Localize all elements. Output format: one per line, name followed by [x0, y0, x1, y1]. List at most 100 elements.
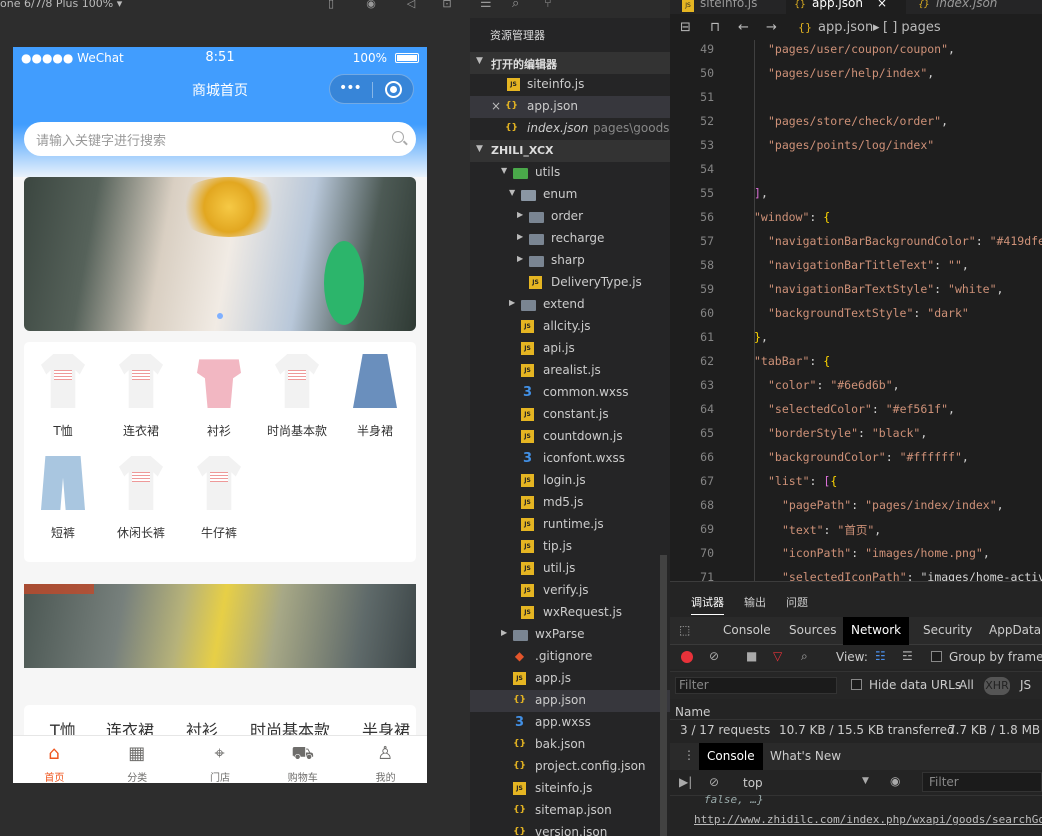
split-editor-icon[interactable]: ⊟ — [680, 20, 691, 35]
stop-icon[interactable]: ◉ — [364, 0, 378, 11]
phone-icon[interactable]: ▯ — [324, 0, 338, 11]
tab-console[interactable]: Console — [723, 623, 771, 637]
file-tree-item[interactable]: ▶ sharp — [470, 250, 670, 272]
clear-icon[interactable]: ⊘ — [709, 649, 719, 663]
category-item[interactable]: 衬衫 — [180, 342, 258, 438]
category-item[interactable]: 牛仔裤 — [180, 444, 258, 540]
waterfall-view-icon[interactable]: ☲ — [902, 649, 913, 663]
file-tree-item[interactable]: JS siteinfo.js — [470, 778, 670, 800]
file-tree-item[interactable]: ▼ enum — [470, 184, 670, 206]
group-by-frame-checkbox[interactable] — [931, 651, 942, 662]
file-tree-item[interactable]: JS tip.js — [470, 536, 670, 558]
close-miniprogram-icon[interactable] — [385, 81, 402, 98]
tab-sources[interactable]: Sources — [789, 623, 836, 637]
filter-all[interactable]: All — [959, 678, 974, 692]
inspect-icon[interactable]: ⬚ — [679, 623, 690, 637]
search-icon[interactable] — [392, 131, 404, 143]
tab-home[interactable]: ⌂ 首页 — [13, 736, 96, 783]
close-icon[interactable]: × — [491, 99, 501, 113]
file-tree-item[interactable]: JS wxRequest.js — [470, 602, 670, 624]
ad-banner[interactable] — [24, 584, 416, 668]
tab-category[interactable]: ▦ 分类 — [96, 736, 179, 783]
open-editor-item[interactable]: × {} app.json — [470, 96, 670, 118]
search-icon[interactable]: ⌕ — [801, 649, 808, 664]
editor-tab[interactable]: JS siteinfo.js — [678, 0, 782, 14]
file-tree-item[interactable]: JS api.js — [470, 338, 670, 360]
file-tree-item[interactable]: JS md5.js — [470, 492, 670, 514]
console-filter-input[interactable]: Filter — [922, 772, 1042, 792]
column-header-name[interactable]: Name — [675, 705, 710, 719]
device-selector[interactable]: one 6/7/8 Plus 100% ▾ — [0, 0, 122, 10]
tab-cart[interactable]: ⛟ 购物车 — [261, 736, 344, 783]
breadcrumb-item[interactable]: [ ] pages — [883, 20, 941, 35]
file-tree-item[interactable]: ▶ order — [470, 206, 670, 228]
files-icon[interactable]: ☰ — [480, 0, 492, 11]
category-item[interactable]: 休闲长裤 — [102, 444, 180, 540]
file-tree-item[interactable]: JS countdown.js — [470, 426, 670, 448]
git-icon[interactable]: ⑂ — [544, 0, 552, 11]
drawer-tab-console[interactable]: Console — [699, 743, 763, 770]
file-tree-item[interactable]: ▶ wxParse — [470, 624, 670, 646]
category-item[interactable]: 连衣裙 — [102, 342, 180, 438]
category-item[interactable]: T恤 — [24, 342, 102, 438]
tab-profile[interactable]: ♙ 我的 — [344, 736, 427, 783]
category-item[interactable]: 短裤 — [24, 444, 102, 540]
filter-js[interactable]: JS — [1020, 678, 1031, 692]
capsule-button[interactable]: ••• — [329, 74, 414, 104]
tab-security[interactable]: Security — [923, 623, 972, 637]
file-tree-item[interactable]: 3 app.wxss — [470, 712, 670, 734]
file-tree-item[interactable]: JS app.js — [470, 668, 670, 690]
close-icon[interactable]: × — [877, 0, 887, 10]
breadcrumb-item[interactable]: app.json — [818, 20, 873, 35]
file-tree-item[interactable]: {} app.json — [470, 690, 670, 712]
context-selector[interactable]: top — [743, 776, 763, 790]
file-tree-item[interactable]: JS arealist.js — [470, 360, 670, 382]
filter-xhr[interactable]: XHR — [984, 677, 1010, 695]
search-input[interactable]: 请输入关键字进行搜索 — [24, 122, 416, 156]
forward-arrow-icon[interactable]: → — [766, 20, 777, 35]
file-tree-item[interactable]: {} sitemap.json — [470, 800, 670, 822]
file-tree-item[interactable]: {} version.json — [470, 822, 670, 836]
file-tree-item[interactable]: JS util.js — [470, 558, 670, 580]
file-tree-item[interactable]: ◆ .gitignore — [470, 646, 670, 668]
more-icon[interactable]: ••• — [339, 80, 362, 96]
file-tree-item[interactable]: JS constant.js — [470, 404, 670, 426]
code-area[interactable]: 49 "pages/user/coupon/coupon", 50 "pages/us… — [670, 40, 1042, 581]
tab-debugger[interactable]: 调试器 — [691, 594, 724, 615]
drawer-tab-whats-new[interactable]: What's New — [770, 749, 841, 763]
drawer-menu-icon[interactable]: ⋮ — [683, 748, 695, 762]
file-tree-item[interactable]: JS runtime.js — [470, 514, 670, 536]
tab-network[interactable]: Network — [843, 617, 910, 645]
chevron-down-icon[interactable]: ▼ — [862, 776, 869, 786]
project-header[interactable]: ▼ ZHILI_XCX — [470, 140, 670, 162]
file-tree-item[interactable]: 3 common.wxss — [470, 382, 670, 404]
hide-data-urls-checkbox[interactable] — [851, 679, 862, 690]
file-tree-item[interactable]: {} bak.json — [470, 734, 670, 756]
tab-appdata[interactable]: AppData — [989, 623, 1041, 637]
file-tree-item[interactable]: ▶ recharge — [470, 228, 670, 250]
list-view-icon[interactable]: ☷ — [875, 649, 886, 663]
volume-icon[interactable]: ◁ — [404, 0, 418, 11]
category-item[interactable]: 时尚基本款 — [258, 342, 336, 438]
open-editor-item[interactable]: {} index.json pages\goods — [470, 118, 670, 140]
eye-icon[interactable]: ◉ — [890, 774, 900, 788]
editor-tab-active[interactable]: {} app.json × — [786, 0, 906, 14]
bookmark-icon[interactable]: ⊓ — [710, 20, 720, 35]
carousel-indicator-dot[interactable] — [217, 313, 223, 319]
editor-tab[interactable]: {} index.json — [914, 0, 1034, 14]
sidebar-toggle-icon[interactable]: ▶| — [679, 775, 692, 789]
file-tree-item[interactable]: ▼ utils — [470, 162, 670, 184]
category-item[interactable]: 半身裙 — [336, 342, 414, 438]
screenshot-icon[interactable]: ■ — [746, 649, 757, 663]
log-link[interactable]: http://www.zhidilc.com/index.php/wxapi/g… — [694, 813, 1042, 826]
back-arrow-icon[interactable]: ← — [738, 20, 749, 35]
banner-carousel[interactable] — [24, 177, 416, 331]
fullscreen-icon[interactable]: ⊡ — [440, 0, 454, 11]
file-tree-item[interactable]: JS verify.js — [470, 580, 670, 602]
open-editor-item[interactable]: JS siteinfo.js — [470, 74, 670, 96]
search-icon[interactable]: ⌕ — [512, 0, 519, 11]
explorer-scrollbar[interactable] — [660, 555, 667, 836]
file-tree-item[interactable]: {} project.config.json — [470, 756, 670, 778]
tab-output[interactable]: 输出 — [744, 594, 766, 610]
file-tree-item[interactable]: JS login.js — [470, 470, 670, 492]
